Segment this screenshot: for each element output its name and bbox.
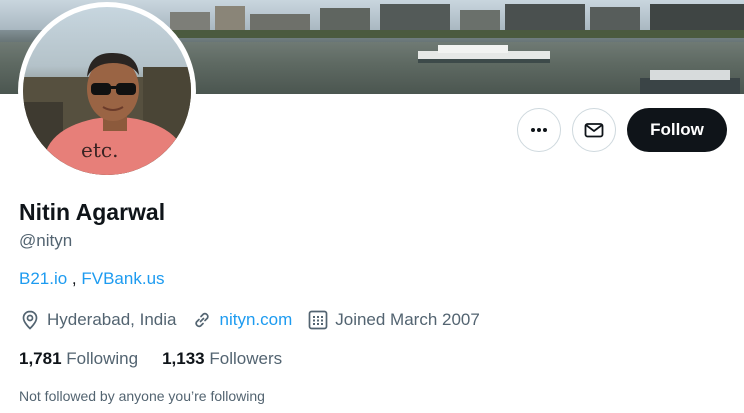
follow-label: Follow [650,120,704,139]
followers-label: Followers [209,349,283,368]
bio-separator: , [67,269,82,288]
following-label: Following [66,349,139,368]
avatar-portrait: etc. [23,52,191,175]
following-stat[interactable]: 1,781 Following [19,349,138,369]
profile-name: Nitin Agarwal [19,199,166,225]
profile-meta: Hyderabad, India nityn.com Joined March … [19,309,495,331]
more-icon [531,128,547,132]
message-button[interactable] [572,108,616,152]
profile-stats: 1,781 Following 1,133 Followers [19,349,306,369]
follow-button[interactable]: Follow [627,108,727,152]
svg-text:etc.: etc. [81,138,118,162]
bio-link-b21[interactable]: B21.io [19,269,67,288]
link-icon [191,309,213,331]
followers-count: 1,133 [162,349,205,368]
profile-handle: @nityn [19,231,73,250]
following-count: 1,781 [19,349,62,368]
location-pin-icon [19,309,41,331]
banner-boat [418,45,550,63]
website-link[interactable]: nityn.com [219,310,292,330]
profile-avatar[interactable]: etc. [18,2,196,180]
location-item: Hyderabad, India [19,309,176,331]
calendar-icon [307,309,329,331]
bio-link-fvbank[interactable]: FVBank.us [81,269,164,288]
followers-stat[interactable]: 1,133 Followers [162,349,282,369]
joined-text: Joined March 2007 [335,310,480,329]
more-button[interactable] [517,108,561,152]
envelope-icon [584,123,604,138]
not-followed-note: Not followed by anyone you’re following [19,388,265,404]
website-item: nityn.com [191,309,292,331]
location-text: Hyderabad, India [47,310,177,329]
profile-bio: B21.io , FVBank.us [19,269,165,289]
avatar-photo: etc. [23,7,191,175]
banner-pier [640,70,740,94]
joined-item: Joined March 2007 [307,309,480,331]
